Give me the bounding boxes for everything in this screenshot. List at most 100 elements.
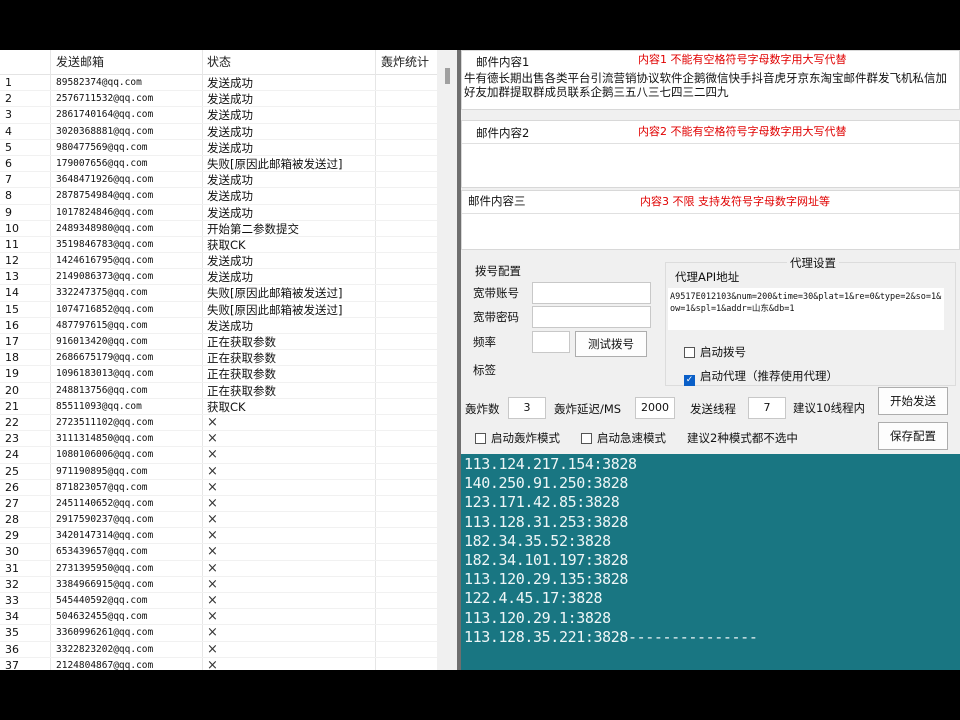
checkbox-empty-icon[interactable] [581,433,592,444]
status-cell: × [207,560,218,576]
email-cell: 504632455@qq.com [56,611,148,623]
start-send-button[interactable]: 开始发送 [878,387,948,415]
row-number: 35 [5,626,19,640]
row-number: 18 [5,351,19,365]
table-row[interactable]: 28 2917590237@qq.com × [0,512,437,529]
status-cell: 失败[原因此邮箱被发送过] [207,286,343,301]
row-number: 21 [5,399,19,413]
column-header-status[interactable]: 状态 [207,50,231,74]
table-scrollbar[interactable] [437,50,457,670]
table-row[interactable]: 35 3360996261@qq.com × [0,625,437,642]
row-number: 5 [5,140,12,154]
table-row[interactable]: 33 545440592@qq.com × [0,593,437,610]
table-row[interactable]: 26 871823057@qq.com × [0,480,437,496]
table-row[interactable]: 32 3384966915@qq.com × [0,577,437,593]
bomb-delay-input[interactable]: 2000 [635,397,675,419]
table-row[interactable]: 6 179007656@qq.com 失败[原因此邮箱被发送过] [0,156,437,173]
proxy-api-input[interactable]: A9517E012103&num=200&time=30&plat=1&re=0… [668,288,944,330]
row-number: 31 [5,561,19,575]
mail-content-2-area[interactable]: 邮件内容2 内容2 不能有空格符号字母数字用大写代替 [461,120,960,188]
email-cell: 980477569@qq.com [56,141,148,153]
table-row[interactable]: 25 971190895@qq.com × [0,464,437,480]
table-row[interactable]: 27 2451140652@qq.com × [0,496,437,513]
mail-content-3-area[interactable]: 邮件内容三 内容3 不限 支持发符号字母数字网址等 [461,190,960,250]
table-row[interactable]: 15 1074716852@qq.com 失败[原因此邮箱被发送过] [0,302,437,318]
enable-dial-checkbox[interactable]: 启动拨号 [684,344,746,360]
send-threads-input[interactable]: 7 [748,397,786,419]
broadband-password-input[interactable] [532,306,651,328]
table-row[interactable]: 8 2878754984@qq.com 发送成功 [0,188,437,205]
table-row[interactable]: 31 2731395950@qq.com × [0,561,437,577]
status-cell: 发送成功 [207,140,253,155]
table-row[interactable]: 3 2861740164@qq.com 发送成功 [0,107,437,124]
checkbox-empty-icon[interactable] [684,347,695,358]
table-row[interactable]: 7 3648471926@qq.com 发送成功 [0,172,437,189]
broadband-account-label: 宽带账号 [473,286,519,300]
email-cell: 487797615@qq.com [56,319,148,331]
email-cell: 1424616795@qq.com [56,255,154,267]
broadband-password-label: 宽带密码 [473,310,519,324]
status-cell: × [207,479,218,495]
save-config-button[interactable]: 保存配置 [878,422,948,450]
table-row[interactable]: 18 2686675179@qq.com 正在获取参数 [0,350,437,367]
email-cell: 2731395950@qq.com [56,562,154,574]
column-header-bomb-stats[interactable]: 轰炸统计 [381,50,429,74]
row-number: 6 [5,156,12,170]
row-number: 10 [5,221,19,235]
mail-content-2-warning: 内容2 不能有空格符号字母数字用大写代替 [638,125,847,138]
proxy-log-console[interactable]: 113.124.217.154:3828 140.250.91.250:3828 1… [461,454,960,670]
enable-proxy-checkbox[interactable]: ✓ 启动代理（推荐使用代理） [684,368,838,386]
table-row[interactable]: 20 248813756@qq.com 正在获取参数 [0,383,437,399]
checkbox-checked-icon[interactable]: ✓ [684,375,695,386]
table-row[interactable]: 36 3322823202@qq.com × [0,642,437,658]
status-cell: 失败[原因此邮箱被发送过] [207,302,343,317]
table-row[interactable]: 19 1096183013@qq.com 正在获取参数 [0,366,437,383]
table-row[interactable]: 9 1017824846@qq.com 发送成功 [0,205,437,221]
table-row[interactable]: 13 2149086373@qq.com 发送成功 [0,269,437,286]
mail-content-3-warning: 内容3 不限 支持发符号字母数字网址等 [640,195,830,208]
table-row[interactable]: 22 2723511102@qq.com × [0,415,437,432]
table-row[interactable]: 21 85511093@qq.com 获取CK [0,399,437,415]
bomb-mode-checkbox[interactable]: 启动轰炸模式 [475,430,560,446]
scrollbar-thumb[interactable] [445,68,450,84]
table-row[interactable]: 14 332247375@qq.com 失败[原因此邮箱被发送过] [0,285,437,302]
bomb-count-input[interactable]: 3 [508,397,546,419]
console-line: 140.250.91.250:3828 [464,474,628,493]
table-row[interactable]: 4 3020368881@qq.com 发送成功 [0,124,437,140]
mail-content-2-label: 邮件内容2 [476,126,530,140]
test-dial-button[interactable]: 测试拨号 [575,331,647,357]
row-number: 36 [5,642,19,656]
table-row[interactable]: 2 2576711532@qq.com 发送成功 [0,91,437,108]
table-row[interactable]: 24 1080106006@qq.com × [0,447,437,464]
row-number: 30 [5,545,19,559]
mail-content-1-area[interactable]: 邮件内容1 内容1 不能有空格符号字母数字用大写代替 牛有德长期出售各类平台引流… [461,50,960,110]
table-row[interactable]: 30 653439657@qq.com × [0,544,437,561]
row-number: 24 [5,448,19,462]
email-cell: 1074716852@qq.com [56,303,154,315]
broadband-account-input[interactable] [532,282,651,304]
checkbox-empty-icon[interactable] [475,433,486,444]
email-cell: 3420147314@qq.com [56,530,154,542]
frequency-input[interactable] [532,331,570,353]
status-cell: 发送成功 [207,270,253,285]
status-cell: 发送成功 [207,92,253,107]
table-row[interactable]: 34 504632455@qq.com × [0,609,437,626]
table-row[interactable]: 16 487797615@qq.com 发送成功 [0,318,437,334]
console-line: 113.128.35.221:3828--------------- [464,627,758,646]
row-number: 13 [5,270,19,284]
mail-content-1-text[interactable]: 牛有德长期出售各类平台引流营销协议软件企鹅微信快手抖音虎牙京东淘宝邮件群发飞机私… [464,71,956,99]
table-row[interactable]: 10 2489348980@qq.com 开始第二参数提交 [0,221,437,237]
table-row[interactable]: 23 3111314850@qq.com × [0,431,437,448]
email-cell: 332247375@qq.com [56,287,148,299]
row-number: 17 [5,335,19,348]
table-row[interactable]: 37 2124804867@qq.com × [0,658,437,670]
speed-mode-checkbox[interactable]: 启动急速模式 [581,430,666,446]
table-row[interactable]: 29 3420147314@qq.com × [0,528,437,545]
table-row[interactable]: 5 980477569@qq.com 发送成功 [0,140,437,156]
table-row[interactable]: 17 916013420@qq.com 正在获取参数 [0,334,437,351]
column-header-email[interactable]: 发送邮箱 [56,50,104,74]
table-row[interactable]: 11 3519846783@qq.com 获取CK [0,237,437,254]
table-row[interactable]: 12 1424616795@qq.com 发送成功 [0,253,437,270]
row-number: 16 [5,318,19,332]
table-row[interactable]: 1 89582374@qq.com 发送成功 [0,75,437,92]
